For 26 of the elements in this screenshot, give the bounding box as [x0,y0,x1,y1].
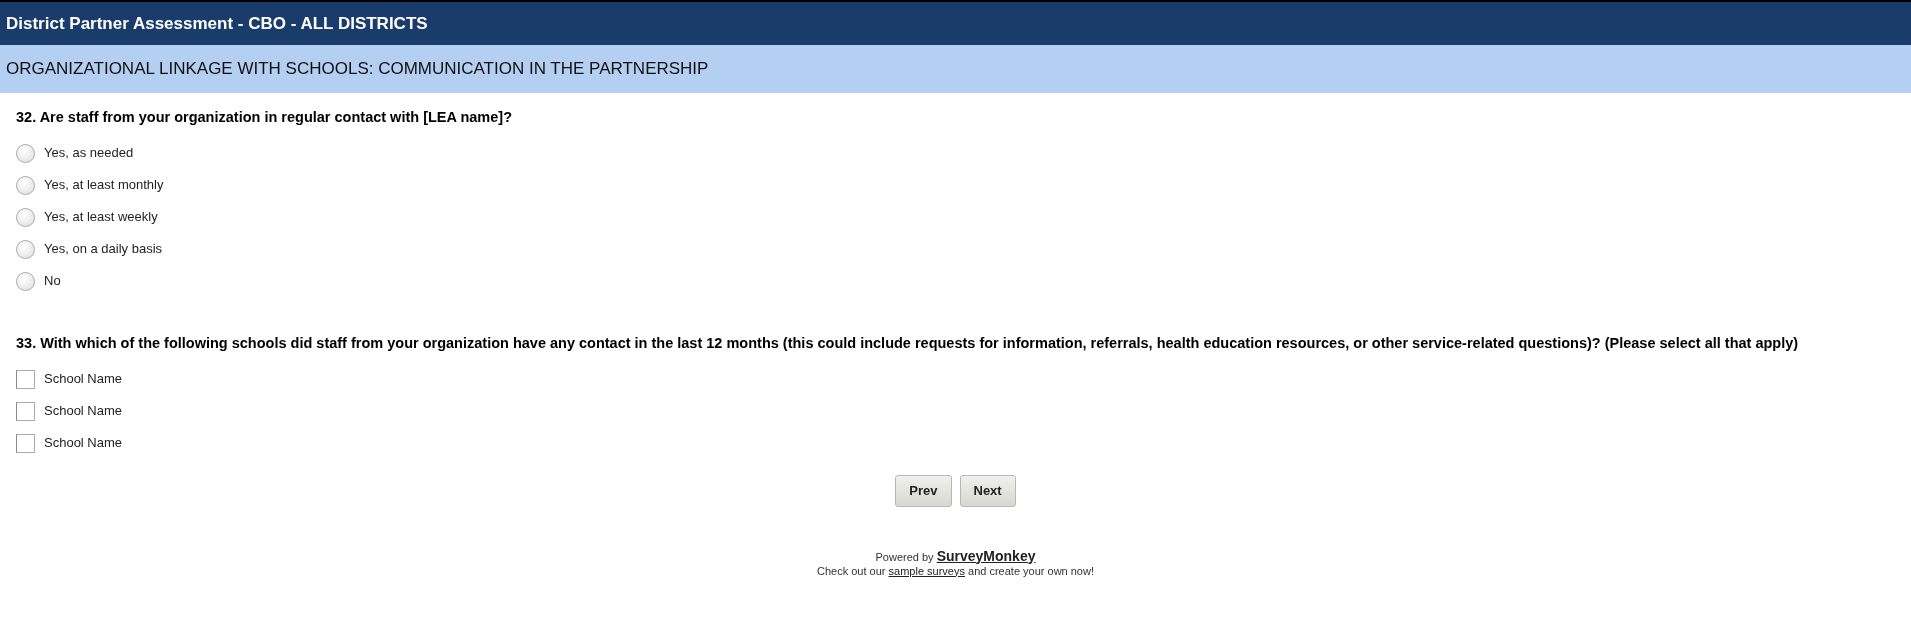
option-label: Yes, as needed [44,144,134,163]
question-text: 33. With which of the following schools did staff from your organization have any contact in the last 12 months (this could include requests for information, referrals, health education resources, or other service-related questions)? (Please select all that apply) [16,334,1800,353]
checkbox[interactable] [16,433,35,453]
footer-text: Check out our sample surveys and create your own now! [816,564,1095,578]
sample-surveys-link[interactable]: sample surveys [888,564,965,577]
option-label: School Name [44,402,123,421]
option-label: Yes, on a daily basis [44,240,163,259]
radio-button[interactable] [16,207,35,227]
powered-by-label: Powered by [875,550,934,563]
brand-link[interactable]: SurveyMonkey [936,547,1036,564]
radio-button[interactable] [16,271,35,291]
option-label: Yes, at least monthly [44,176,164,195]
next-button[interactable]: Next [959,475,1016,507]
section-title: ORGANIZATIONAL LINKAGE WITH SCHOOLS: COMMUNICATION IN THE PARTNERSHIP [0,44,1911,93]
option-label: School Name [44,370,123,389]
radio-button[interactable] [16,143,35,163]
radio-button[interactable] [16,175,35,195]
checkbox[interactable] [16,369,35,389]
checkbox[interactable] [16,401,35,421]
option-label: Yes, at least weekly [44,208,158,227]
option-label: No [44,272,61,291]
option-label: School Name [44,434,123,453]
survey-title: District Partner Assessment - CBO - ALL DISTRICTS [0,0,1911,45]
prev-button[interactable]: Prev [895,475,952,507]
question-text: 32. Are staff from your organization in regular contact with [LEA name]? [16,108,514,127]
radio-button[interactable] [16,239,35,259]
